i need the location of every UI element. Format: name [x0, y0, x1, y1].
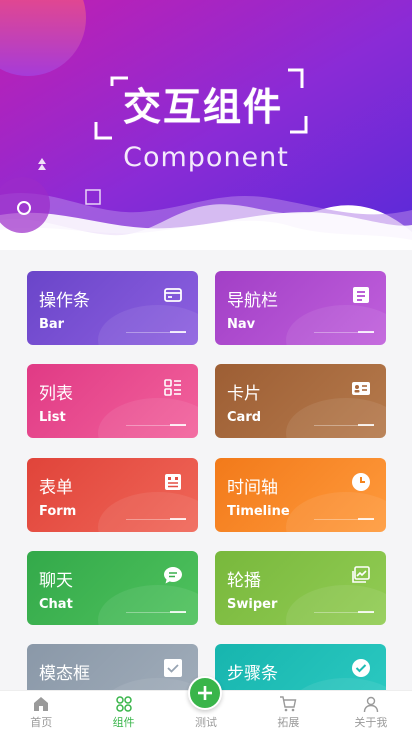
- card-title: 时间轴: [227, 478, 278, 498]
- add-button[interactable]: [188, 676, 222, 710]
- tab-extend[interactable]: 拓展: [247, 691, 329, 732]
- tab-components[interactable]: 组件: [82, 691, 164, 732]
- card-title: 卡片: [227, 384, 261, 404]
- chat-bubble-icon: [164, 567, 182, 584]
- card-underline: [314, 424, 374, 426]
- user-icon: [363, 696, 379, 713]
- list-icon: [164, 379, 181, 396]
- card-title: 聊天: [39, 571, 73, 591]
- card-en-label: Nav: [227, 317, 256, 332]
- card-underline: [126, 518, 186, 520]
- tab-label: 测试: [195, 716, 218, 729]
- card-underline: [126, 331, 186, 333]
- clock-icon: [352, 473, 370, 491]
- tab-home[interactable]: 首页: [0, 691, 82, 732]
- card-underline: [126, 611, 186, 613]
- card-en-label: Bar: [39, 317, 65, 332]
- card-en-label: List: [39, 410, 66, 425]
- card-title: 轮播: [227, 571, 261, 591]
- hero-title: 交互组件: [122, 84, 283, 129]
- tab-about[interactable]: 关于我: [330, 691, 412, 732]
- card-title: 步骤条: [227, 664, 278, 684]
- image-gallery-icon: [352, 566, 370, 583]
- document-list-icon: [353, 287, 369, 303]
- card-nav[interactable]: 导航栏 Nav: [215, 271, 386, 345]
- card-underline: [314, 331, 374, 333]
- check-box-icon: [164, 659, 182, 677]
- tab-label: 关于我: [354, 716, 388, 729]
- card-list[interactable]: 列表 List: [27, 364, 198, 438]
- plus-icon: [198, 686, 212, 700]
- tab-label: 拓展: [277, 716, 300, 729]
- tab-label: 首页: [30, 716, 53, 729]
- cart-icon: [280, 696, 297, 712]
- card-chat[interactable]: 聊天 Chat: [27, 551, 198, 625]
- card-swiper[interactable]: 轮播 Swiper: [215, 551, 386, 625]
- card-form[interactable]: 表单 Form: [27, 458, 198, 532]
- card-window-icon: [164, 288, 182, 302]
- card-card[interactable]: 卡片 Card: [215, 364, 386, 438]
- form-icon: [165, 474, 181, 490]
- card-title: 模态框: [39, 664, 90, 684]
- grid-circles-icon: [115, 696, 132, 712]
- card-en-label: Chat: [39, 597, 73, 612]
- check-circle-icon: [352, 659, 370, 677]
- home-icon: [34, 697, 49, 711]
- card-timeline[interactable]: 时间轴 Timeline: [215, 458, 386, 532]
- card-underline: [314, 611, 374, 613]
- card-en-label: Card: [227, 410, 262, 425]
- tab-label: 组件: [112, 716, 135, 729]
- hero-subtitle: Component: [123, 142, 289, 173]
- card-title: 列表: [39, 384, 73, 404]
- card-title: 操作条: [39, 291, 90, 311]
- card-title: 表单: [39, 478, 73, 498]
- card-underline: [126, 424, 186, 426]
- card-en-label: Form: [39, 504, 77, 519]
- card-underline: [314, 518, 374, 520]
- card-title: 导航栏: [227, 291, 278, 311]
- card-en-label: Swiper: [227, 597, 278, 612]
- card-bar[interactable]: 操作条 Bar: [27, 271, 198, 345]
- hero-banner: 交互组件 Component: [0, 0, 412, 250]
- card-en-label: Timeline: [227, 504, 290, 519]
- id-card-icon: [352, 382, 370, 395]
